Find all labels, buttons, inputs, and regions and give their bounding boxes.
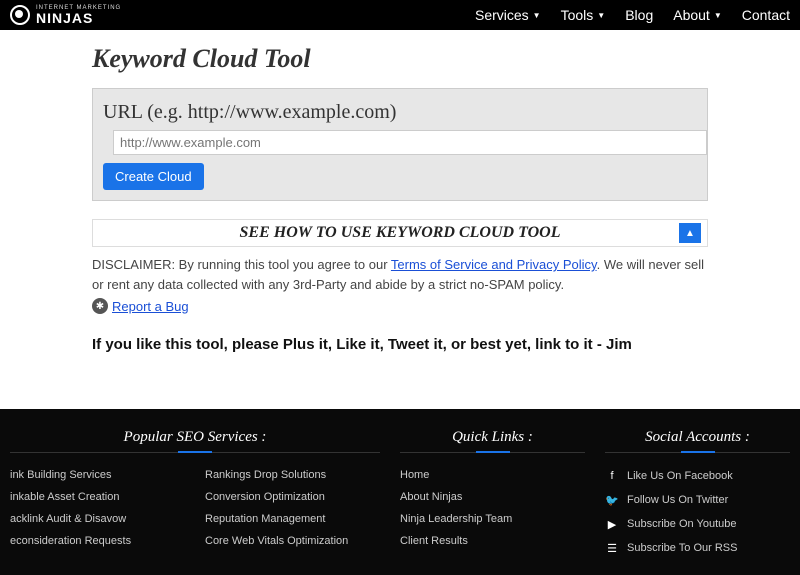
footer-heading-social: Social Accounts : <box>605 429 790 453</box>
footer-heading-seo: Popular SEO Services : <box>10 429 380 453</box>
list-item[interactable]: About Ninjas <box>400 491 585 503</box>
facebook-icon: f <box>605 469 619 483</box>
share-text: If you like this tool, please Plus it, L… <box>92 336 708 353</box>
footer-heading-quick: Quick Links : <box>400 429 585 453</box>
nav: Services▼ Tools▼ Blog About▼ Contact <box>475 7 790 23</box>
list-item[interactable]: econsideration Requests <box>10 535 185 547</box>
social-label: Subscribe On Youtube <box>627 518 736 530</box>
url-label: URL (e.g. http://www.example.com) <box>103 101 697 124</box>
collapse-up-icon[interactable]: ▲ <box>679 223 701 243</box>
chevron-down-icon: ▼ <box>714 11 722 20</box>
topbar: INTERNET MARKETING NINJAS Services▼ Tool… <box>0 0 800 30</box>
social-label: Like Us On Facebook <box>627 470 733 482</box>
rss-icon: ☰ <box>605 541 619 555</box>
quick-list: Home About Ninjas Ninja Leadership Team Cli… <box>400 469 585 547</box>
report-bug-row: ✱ Report a Bug <box>92 298 708 314</box>
youtube-icon: ▶ <box>605 517 619 531</box>
howto-bar[interactable]: SEE HOW TO USE KEYWORD CLOUD TOOL ▲ <box>92 219 708 247</box>
disclaimer: DISCLAIMER: By running this tool you agr… <box>92 255 708 294</box>
list-item[interactable]: 🐦 Follow Us On Twitter <box>605 493 790 507</box>
list-item[interactable]: ☰ Subscribe To Our RSS <box>605 541 790 555</box>
list-item[interactable]: Client Results <box>400 535 585 547</box>
social-label: Subscribe To Our RSS <box>627 542 737 554</box>
tos-link[interactable]: Terms of Service and Privacy Policy <box>391 257 597 272</box>
nav-services[interactable]: Services▼ <box>475 7 541 23</box>
list-item[interactable]: ▶ Subscribe On Youtube <box>605 517 790 531</box>
list-item[interactable]: Ninja Leadership Team <box>400 513 585 525</box>
nav-contact[interactable]: Contact <box>742 7 790 23</box>
url-form: URL (e.g. http://www.example.com) Create… <box>92 88 708 201</box>
howto-title: SEE HOW TO USE KEYWORD CLOUD TOOL <box>240 224 561 242</box>
social-list: f Like Us On Facebook 🐦 Follow Us On Twitte… <box>605 469 790 555</box>
nav-about[interactable]: About▼ <box>673 7 722 23</box>
list-item[interactable]: inkable Asset Creation <box>10 491 185 503</box>
list-item[interactable]: Core Web Vitals Optimization <box>205 535 380 547</box>
logo[interactable]: INTERNET MARKETING NINJAS <box>10 5 121 25</box>
seo-list-1: ink Building Services inkable Asset Creat… <box>10 469 185 557</box>
logo-icon <box>10 5 30 25</box>
footer-col-seo: Popular SEO Services : ink Building Serv… <box>10 429 380 565</box>
url-input[interactable] <box>113 130 707 155</box>
list-item[interactable]: Conversion Optimization <box>205 491 380 503</box>
footer-col-quick: Quick Links : Home About Ninjas Ninja Lead… <box>400 429 585 565</box>
list-item[interactable]: Rankings Drop Solutions <box>205 469 380 481</box>
twitter-icon: 🐦 <box>605 493 619 507</box>
list-item[interactable]: acklink Audit & Disavow <box>10 513 185 525</box>
bug-icon: ✱ <box>92 298 108 314</box>
nav-tools[interactable]: Tools▼ <box>561 7 606 23</box>
chevron-down-icon: ▼ <box>597 11 605 20</box>
create-cloud-button[interactable]: Create Cloud <box>103 163 204 190</box>
chevron-down-icon: ▼ <box>533 11 541 20</box>
report-bug-link[interactable]: Report a Bug <box>112 299 189 314</box>
list-item[interactable]: f Like Us On Facebook <box>605 469 790 483</box>
list-item[interactable]: Reputation Management <box>205 513 380 525</box>
list-item[interactable]: ink Building Services <box>10 469 185 481</box>
list-item[interactable]: Home <box>400 469 585 481</box>
footer-col-social: Social Accounts : f Like Us On Facebook 🐦 F… <box>605 429 790 565</box>
main: Keyword Cloud Tool URL (e.g. http://www.… <box>0 30 800 373</box>
seo-list-2: Rankings Drop Solutions Conversion Optimi… <box>205 469 380 557</box>
footer: Popular SEO Services : ink Building Serv… <box>0 409 800 575</box>
social-label: Follow Us On Twitter <box>627 494 728 506</box>
logo-title: NINJAS <box>36 11 121 25</box>
nav-blog[interactable]: Blog <box>625 7 653 23</box>
page-title: Keyword Cloud Tool <box>92 44 708 74</box>
